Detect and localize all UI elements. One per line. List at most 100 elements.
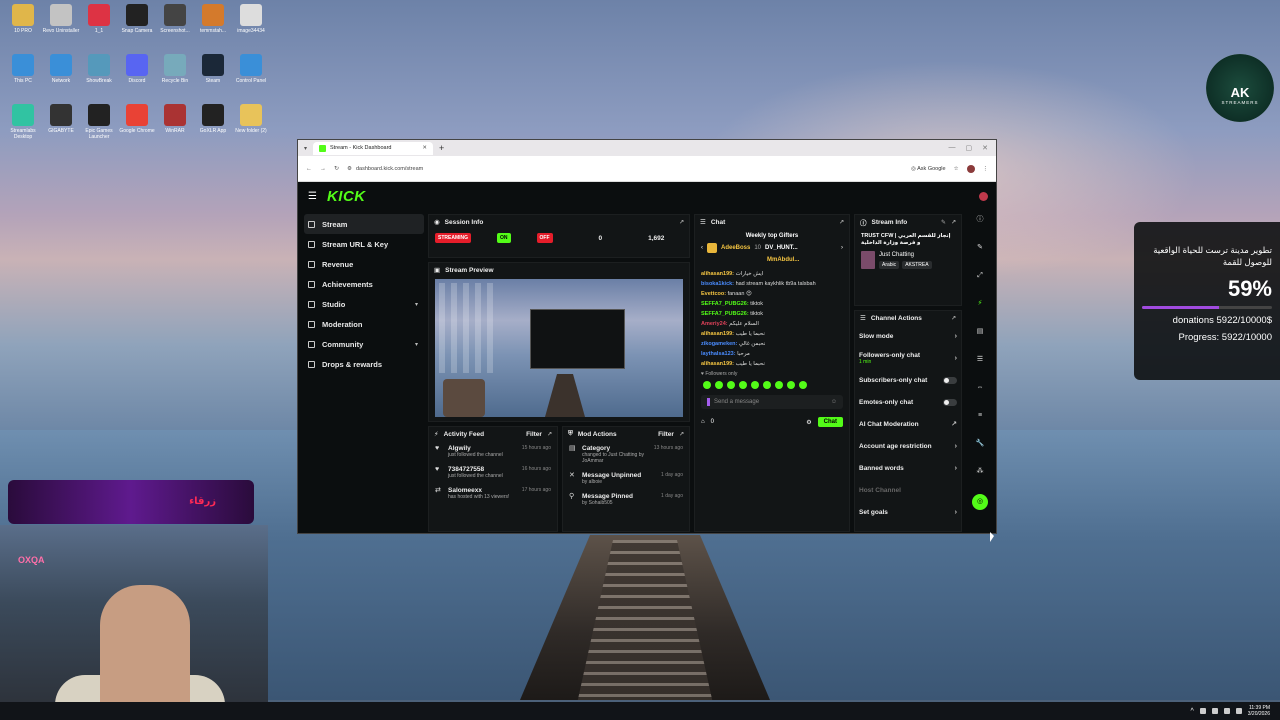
address-bar[interactable]: ⚙ dashboard.kick.com/stream <box>347 161 828 176</box>
close-tab-icon[interactable]: ✕ <box>422 145 427 151</box>
info-rail-icon[interactable]: ⓘ <box>974 214 986 226</box>
pencil-rail-icon[interactable]: ✎ <box>974 242 986 254</box>
clipboard-rail-icon[interactable]: ▤ <box>974 326 986 338</box>
desktop-icon[interactable]: New folder (2) <box>232 104 270 140</box>
emote-icon[interactable] <box>703 381 711 389</box>
chat-message[interactable]: alihasan199: ايش خيارات <box>695 269 849 279</box>
channel-action-account-age-restriction[interactable]: Account age restriction › <box>855 435 961 457</box>
close-window-icon[interactable]: ✕ <box>982 144 988 152</box>
chevron-right-icon[interactable]: › <box>955 333 957 340</box>
chat-username[interactable]: SEFFA7_PUBG26: <box>701 311 749 317</box>
channel-action-set-goals[interactable]: Set goals › <box>855 501 961 523</box>
chat-username[interactable]: Evettcoo: <box>701 291 726 297</box>
desktop-icon[interactable]: WinRAR <box>156 104 194 140</box>
emote-icon[interactable] <box>727 381 735 389</box>
reload-icon[interactable]: ↻ <box>334 165 339 172</box>
profile-icon[interactable] <box>966 164 975 173</box>
user-avatar[interactable] <box>979 191 988 201</box>
battery-icon[interactable] <box>1235 708 1242 714</box>
bookmark-star-icon[interactable]: ☆ <box>954 166 959 172</box>
mod-action-item[interactable]: ▤ Category changed to Just Chatting by JoA… <box>563 441 689 468</box>
chat-message[interactable]: Evettcoo: fanaan 😍 <box>695 289 849 299</box>
chat-username[interactable]: Ameriy24: <box>701 321 728 327</box>
emoji-picker-icon[interactable]: ☺ <box>831 399 837 405</box>
support-rail-icon[interactable]: ◎ <box>972 494 988 510</box>
next-gifter-icon[interactable]: › <box>841 245 843 251</box>
desktop-icon[interactable]: Snap Camera <box>118 4 156 40</box>
desktop-icon[interactable]: Streamlabs Desktop <box>4 104 42 140</box>
channel-action-subscribers-only-chat[interactable]: Subscribers-only chat <box>855 369 961 391</box>
sidebar-item-studio[interactable]: Studio ▾ <box>304 294 424 314</box>
mod-action-item[interactable]: ✕ Message Unpinned by alboie 1 day ago <box>563 468 689 489</box>
desktop-icon[interactable]: ShowBreak <box>80 54 118 90</box>
desktop-icon[interactable]: Control Panel <box>232 54 270 90</box>
toggle-switch[interactable] <box>943 376 957 384</box>
channel-action-emotes-only-chat[interactable]: Emotes-only chat <box>855 391 961 413</box>
desktop-icon[interactable]: GIGABYTE <box>42 104 80 140</box>
forward-icon[interactable]: → <box>320 166 326 172</box>
minimize-icon[interactable]: — <box>949 144 956 152</box>
chat-username[interactable]: alihasan199: <box>701 361 734 367</box>
chat-username[interactable]: bisoka1kick: <box>701 281 734 287</box>
chat-input[interactable]: Send a message ☺ <box>701 395 843 409</box>
desktop-icon[interactable]: image34434 <box>232 4 270 40</box>
chat-username[interactable]: alihasan199: <box>701 271 734 277</box>
chat-username[interactable]: SEFFA7_PUBG26: <box>701 301 749 307</box>
channel-action-ai-chat-moderation[interactable]: AI Chat Moderation ↗ <box>855 413 961 435</box>
desktop-icon[interactable]: Recycle Bin <box>156 54 194 90</box>
mod-action-item[interactable]: ⚲ Message Pinned by Sohaib505 1 day ago <box>563 489 689 510</box>
back-icon[interactable]: ← <box>306 166 312 172</box>
chat-message[interactable]: SEFFA7_PUBG26: tiktok <box>695 299 849 309</box>
chat-message[interactable]: alihasan199: نحبما يا طيب <box>695 359 849 369</box>
chevron-down-icon[interactable]: ▾ <box>415 301 418 308</box>
sidebar-item-moderation[interactable]: Moderation <box>304 314 424 334</box>
list-rail-icon[interactable]: ≡ <box>974 410 986 422</box>
desktop-icon[interactable]: Revo Uninstaller <box>42 4 80 40</box>
network-rail-icon[interactable]: ⁂ <box>974 466 986 478</box>
channel-action-banned-words[interactable]: Banned words › <box>855 457 961 479</box>
emote-icon[interactable] <box>715 381 723 389</box>
desktop-icon[interactable]: Network <box>42 54 80 90</box>
activity-item[interactable]: ♥ Algwily just followed the channel 15 hour… <box>429 441 557 462</box>
activity-filter-button[interactable]: Filter <box>526 431 542 438</box>
activity-item[interactable]: ⇄ Salomeexx has hosted with 13 viewers! 17 … <box>429 483 557 504</box>
chat-message[interactable]: alihasan199: نحبما يا طيب <box>695 329 849 339</box>
clock[interactable]: 11:39 PM 3/20/2026 <box>1248 705 1270 717</box>
popout-icon[interactable]: ↗ <box>547 431 552 438</box>
site-info-icon[interactable]: ⚙ <box>347 166 352 172</box>
emote-icon[interactable] <box>787 381 795 389</box>
kick-logo[interactable]: KICK <box>327 188 366 205</box>
channel-action-followers-only-chat[interactable]: Followers-only chat 1 min › <box>855 347 961 369</box>
browser-tab[interactable]: Stream - Kick Dashboard ✕ <box>313 141 434 155</box>
chat-message[interactable]: Ameriy24: السلام عليكم <box>695 319 849 329</box>
stream-preview-video[interactable] <box>435 279 683 417</box>
popout-icon[interactable]: ↗ <box>951 315 956 322</box>
chevron-down-icon[interactable]: ▾ <box>415 341 418 348</box>
prev-gifter-icon[interactable]: ‹ <box>701 245 703 251</box>
chat-message[interactable]: zikogameken: نحبمن غالي <box>695 339 849 349</box>
chevron-right-icon[interactable]: › <box>955 355 957 362</box>
popout-icon[interactable]: ↗ <box>951 219 956 226</box>
chat-settings-icon[interactable]: ⚙ <box>806 419 811 426</box>
volume-icon[interactable] <box>1223 708 1230 714</box>
popout-icon[interactable]: ↗ <box>839 219 844 226</box>
desktop-icon[interactable]: Screenshot... <box>156 4 194 40</box>
sidebar-item-stream[interactable]: Stream <box>304 214 424 234</box>
chat-message[interactable]: bisoka1kick: had stream kaykhlik tb9a ta… <box>695 279 849 289</box>
popout-icon[interactable]: ↗ <box>679 431 684 438</box>
edit-icon[interactable]: ✎ <box>941 219 946 226</box>
chat-username[interactable]: zikogameken: <box>701 341 737 347</box>
emote-icon[interactable] <box>799 381 807 389</box>
desktop-icon[interactable]: Epic Games Launcher <box>80 104 118 140</box>
chevron-right-icon[interactable]: › <box>955 465 957 472</box>
channel-action-host-channel[interactable]: Host Channel <box>855 479 961 501</box>
wrench-rail-icon[interactable]: 🔧 <box>974 438 986 450</box>
sidebar-item-revenue[interactable]: Revenue <box>304 254 424 274</box>
emote-icon[interactable] <box>739 381 747 389</box>
browser-menu-icon[interactable]: ⋮ <box>983 166 989 172</box>
channel-action-slow-mode[interactable]: Slow mode › <box>855 325 961 347</box>
chat-username[interactable]: laythalsa123: <box>701 351 736 357</box>
expand-rail-icon[interactable]: ⤢ <box>974 270 986 282</box>
desktop-icon[interactable]: 1_1 <box>80 4 118 40</box>
ask-google-button[interactable]: ◎ Ask Google <box>911 166 945 172</box>
